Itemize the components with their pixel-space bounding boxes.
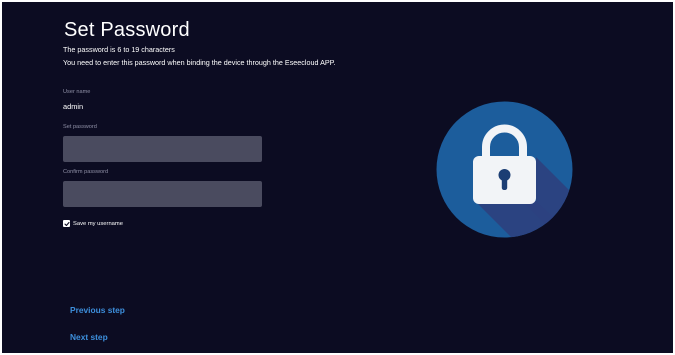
username-label: User name [63, 89, 91, 95]
checkmark-icon [63, 221, 70, 226]
password-length-hint: The password is 6 to 19 characters [63, 45, 175, 54]
confirm-password-label: Confirm password [63, 169, 109, 175]
binding-hint: You need to enter this password when bin… [63, 58, 336, 67]
save-username-option[interactable]: Save my username [63, 219, 123, 228]
set-password-input[interactable] [63, 136, 262, 162]
next-step-button[interactable]: Next step [70, 332, 108, 342]
save-username-label: Save my username [73, 220, 123, 227]
set-password-screen: Set Password The password is 6 to 19 cha… [2, 2, 673, 353]
previous-step-button[interactable]: Previous step [70, 305, 125, 315]
set-password-label: Set password [63, 124, 97, 130]
page-title: Set Password [64, 19, 190, 41]
lock-icon [436, 101, 573, 238]
confirm-password-input[interactable] [63, 181, 262, 207]
save-username-checkbox[interactable] [63, 220, 70, 227]
username-value: admin [63, 102, 84, 111]
